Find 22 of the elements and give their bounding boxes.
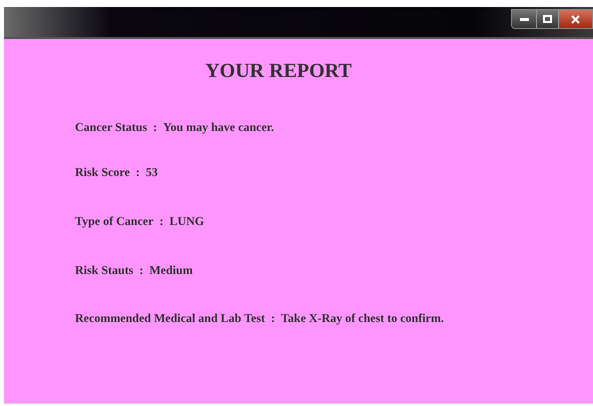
maximize-icon bbox=[543, 15, 552, 23]
field-label: Risk Stauts bbox=[75, 264, 134, 276]
field-value: 53 bbox=[146, 166, 158, 178]
maximize-button[interactable] bbox=[536, 10, 558, 28]
field-label: Cancer Status bbox=[75, 121, 148, 133]
minimize-icon bbox=[520, 18, 528, 20]
close-button[interactable] bbox=[558, 10, 592, 28]
close-icon bbox=[571, 14, 580, 24]
minimize-button[interactable] bbox=[512, 10, 536, 28]
separator: : bbox=[271, 312, 276, 324]
report-heading: YOUR REPORT bbox=[205, 61, 352, 81]
field-label: Type of Cancer bbox=[75, 215, 154, 227]
separator: : bbox=[153, 121, 158, 133]
field-value: Take X-Ray of chest to confirm. bbox=[281, 312, 444, 324]
separator: : bbox=[139, 264, 144, 276]
field-value: Medium bbox=[149, 264, 193, 276]
field-label: Recommended Medical and Lab Test bbox=[75, 312, 266, 324]
separator: : bbox=[136, 166, 140, 178]
separator: : bbox=[159, 215, 164, 227]
field-label: Risk Score bbox=[75, 166, 130, 178]
field-value: You may have cancer. bbox=[163, 121, 274, 133]
field-value: LUNG bbox=[169, 215, 204, 227]
